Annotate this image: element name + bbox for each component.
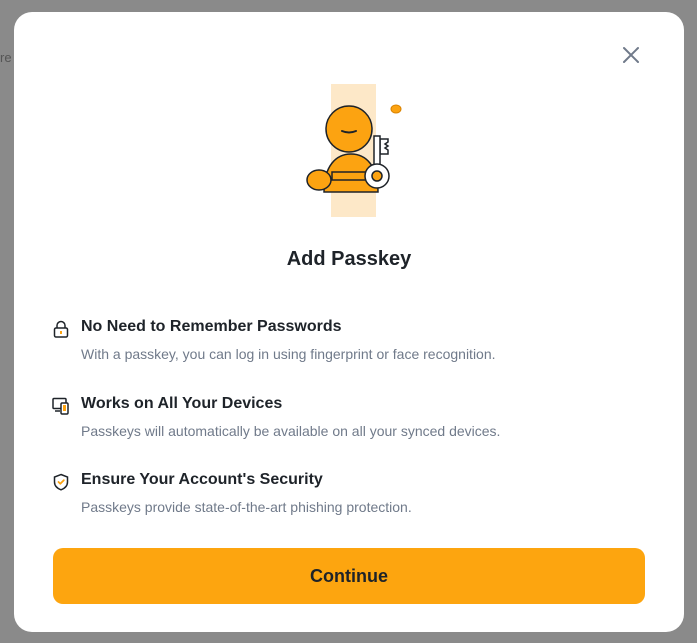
close-button[interactable] [620,44,642,66]
add-passkey-modal: Add Passkey No Need to Remember Password… [14,12,684,632]
devices-icon [52,397,70,415]
feature-title: Ensure Your Account's Security [81,471,323,488]
feature-title: No Need to Remember Passwords [81,318,342,335]
modal-title: Add Passkey [286,248,412,270]
feature-title: Works on All Your Devices [81,395,283,412]
passkey-illustration [296,84,406,222]
close-icon [623,47,639,63]
feature-description: With a passkey, you can log in using fin… [81,346,496,362]
feature-description: Passkeys provide state-of-the-art phishi… [81,499,412,515]
continue-button[interactable]: Continue [53,548,645,604]
background-page-text: re [0,50,12,65]
feature-description: Passkeys will automatically be available… [81,423,501,439]
shield-icon [52,473,70,491]
lock-icon [52,320,70,338]
